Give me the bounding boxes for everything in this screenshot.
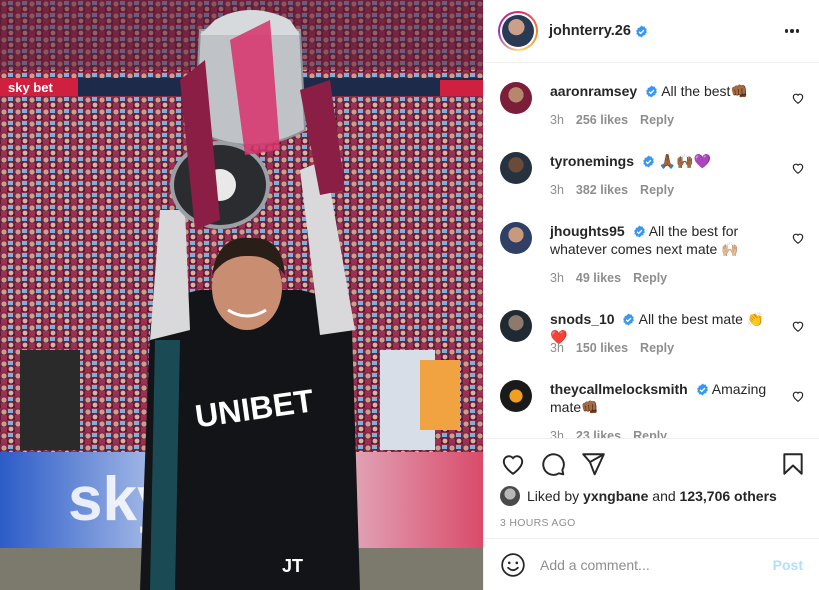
like-comment-heart-icon[interactable] (791, 389, 805, 403)
comment-body: All the best👊🏾 (661, 83, 748, 99)
author-username[interactable]: johnterry.26 (549, 23, 648, 39)
post-timestamp[interactable]: 3 HOURS AGO (500, 517, 576, 529)
save-bookmark-icon[interactable] (780, 451, 806, 477)
reply-button[interactable]: Reply (633, 429, 667, 438)
comment-text: aaronramsey All the best👊🏾 (550, 82, 779, 100)
comment-time: 3h (550, 271, 564, 285)
likes-count[interactable]: 123,706 others (680, 488, 777, 504)
commenter-username[interactable]: snods_10 (550, 311, 615, 327)
like-comment-heart-icon[interactable] (791, 231, 805, 245)
comment-meta: 3h 23 likes Reply (550, 429, 679, 438)
comment-likes[interactable]: 49 likes (576, 271, 621, 285)
author-username-text[interactable]: johnterry.26 (549, 23, 631, 39)
comment-likes[interactable]: 23 likes (576, 429, 621, 438)
verified-badge-icon (696, 383, 708, 396)
reply-button[interactable]: Reply (633, 271, 667, 285)
comment-likes[interactable]: 256 likes (576, 113, 628, 127)
liker-username[interactable]: yxngbane (583, 488, 648, 504)
reply-button[interactable]: Reply (640, 113, 674, 127)
comment-likes[interactable]: 150 likes (576, 341, 628, 355)
verified-badge-icon (646, 85, 657, 98)
comment-meta: 3h 382 likes Reply (550, 183, 686, 197)
comment-body: 🙏🏾🙌🏾💜 (658, 153, 712, 169)
verified-badge-icon (643, 155, 654, 168)
verified-badge-icon (636, 25, 647, 37)
commenter-avatar[interactable] (500, 222, 532, 254)
commenter-avatar[interactable] (500, 82, 532, 114)
comment-time: 3h (550, 113, 564, 127)
post-comment-button[interactable]: Post (773, 557, 803, 573)
likes-summary[interactable]: Liked by yxngbane and 123,706 others (500, 486, 777, 506)
post-header: johnterry.26 (484, 0, 819, 63)
author-avatar[interactable] (502, 15, 534, 47)
add-comment-bar: Add a comment... Post (484, 538, 819, 590)
emoji-smile-icon[interactable] (500, 552, 526, 578)
trophy-celebration-image: sky bet sky UNIBET JT (0, 0, 483, 590)
comment-time: 3h (550, 183, 564, 197)
verified-badge-icon (633, 225, 645, 238)
commenter-username[interactable]: jhoughts95 (550, 223, 625, 239)
board-text: sky bet (8, 80, 53, 95)
comment-input[interactable]: Add a comment... (540, 557, 773, 573)
liker-avatar[interactable] (500, 486, 520, 506)
like-comment-heart-icon[interactable] (791, 161, 805, 175)
more-options-icon[interactable] (781, 20, 803, 42)
comment-meta: 3h 256 likes Reply (550, 113, 686, 127)
verified-badge-icon (623, 313, 635, 326)
comment-meta: 3h 49 likes Reply (550, 271, 679, 285)
like-comment-heart-icon[interactable] (791, 319, 805, 333)
commenter-username[interactable]: theycallmelocksmith (550, 381, 688, 397)
comment-meta: 3h 150 likes Reply (550, 341, 686, 355)
commenter-username[interactable]: aaronramsey (550, 83, 637, 99)
comment-text: theycallmelocksmith Amazing mate👊🏾 (550, 380, 779, 416)
share-send-icon[interactable] (580, 451, 606, 477)
comment-time: 3h (550, 341, 564, 355)
comment-time: 3h (550, 429, 564, 438)
comment-likes[interactable]: 382 likes (576, 183, 628, 197)
comment-text: tyronemings 🙏🏾🙌🏾💜 (550, 152, 779, 170)
like-heart-icon[interactable] (500, 451, 526, 477)
post-photo[interactable]: sky bet sky UNIBET JT (0, 0, 483, 590)
commenter-avatar[interactable] (500, 310, 532, 342)
reply-button[interactable]: Reply (640, 341, 674, 355)
commenter-username[interactable]: tyronemings (550, 153, 634, 169)
comment-bubble-icon[interactable] (540, 451, 566, 477)
commenter-avatar[interactable] (500, 152, 532, 184)
jersey-initials: JT (282, 556, 303, 576)
comment-text: jhoughts95 All the best for whatever com… (550, 222, 779, 258)
commenter-avatar[interactable] (500, 380, 532, 412)
like-comment-heart-icon[interactable] (791, 91, 805, 105)
comments-list[interactable]: aaronramsey All the best👊🏾 3h 256 likes Re… (484, 64, 819, 438)
likes-connector: and (652, 488, 676, 504)
post-actions: Liked by yxngbane and 123,706 others 3 H… (484, 438, 819, 538)
story-ring[interactable] (498, 11, 538, 51)
post-side-panel: johnterry.26 aaronramsey All the best👊🏾 … (483, 0, 819, 590)
likes-prefix: Liked by (527, 488, 580, 504)
reply-button[interactable]: Reply (640, 183, 674, 197)
